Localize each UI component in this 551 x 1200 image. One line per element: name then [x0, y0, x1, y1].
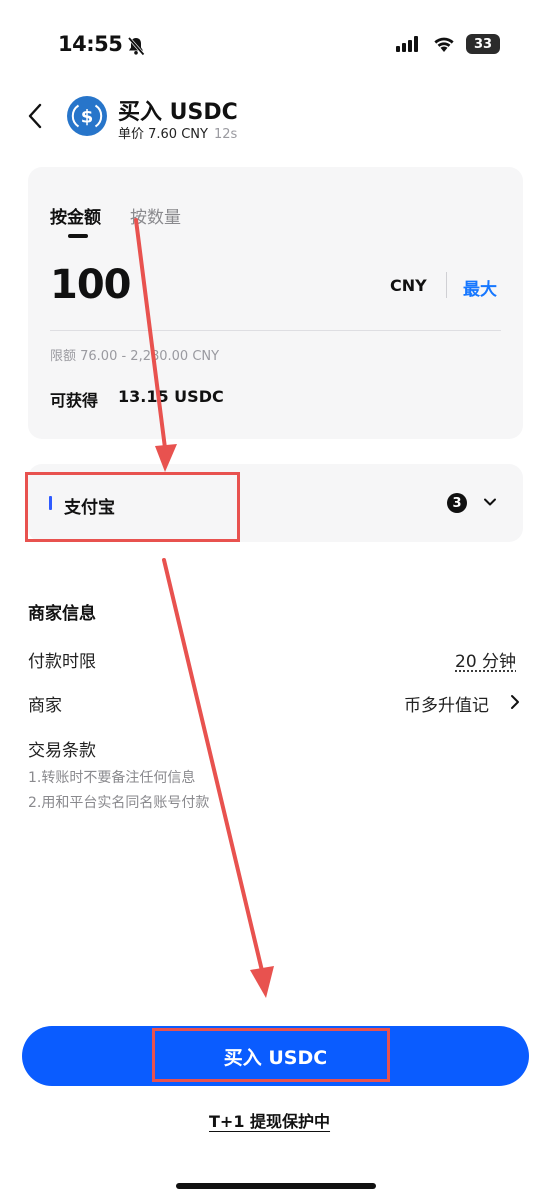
- withdraw-protection-link[interactable]: T+1 提现保护中: [209, 1108, 330, 1132]
- active-tab-indicator: [68, 234, 88, 238]
- annotation-box-buy: [152, 1028, 390, 1082]
- receive-value: 13.15 USDC: [118, 387, 224, 406]
- tab-by-quantity[interactable]: 按数量: [130, 203, 181, 228]
- svg-text:$: $: [81, 107, 94, 128]
- limit-text: 限额 76.00 - 2,280.00 CNY: [50, 349, 220, 364]
- unit-price: 单价 7.60 CNY 12s: [118, 123, 237, 142]
- refresh-countdown: 12s: [213, 127, 238, 142]
- annotation-box-payment: [25, 472, 240, 542]
- term-item: 2.用和平台实名同名账号付款: [28, 795, 210, 811]
- term-item: 1.转账时不要备注任何信息: [28, 770, 196, 786]
- terms-label: 交易条款: [28, 741, 96, 761]
- wifi-icon: [434, 37, 454, 52]
- home-indicator: [176, 1183, 376, 1189]
- back-arrow-icon[interactable]: [26, 102, 46, 130]
- signal-icon: [396, 36, 418, 52]
- deadline-value[interactable]: 20 分钟: [455, 647, 516, 672]
- amount-input[interactable]: 100: [50, 262, 131, 308]
- status-time: 14:55: [58, 32, 123, 56]
- usdc-coin-icon: $: [67, 96, 107, 136]
- max-button[interactable]: 最大: [463, 275, 497, 300]
- merchant-label: 商家: [28, 696, 62, 716]
- bell-muted-icon: [127, 36, 145, 56]
- chevron-right-icon[interactable]: [509, 692, 521, 712]
- receive-label: 可获得: [50, 391, 99, 410]
- merchant-info-title: 商家信息: [28, 604, 96, 624]
- battery-indicator: 33: [466, 34, 500, 54]
- currency-label: CNY: [390, 276, 427, 295]
- deadline-label: 付款时限: [28, 652, 96, 672]
- divider: [446, 272, 447, 298]
- page-title: 买入 USDC: [118, 100, 238, 125]
- tab-by-amount[interactable]: 按金额: [50, 203, 101, 228]
- merchant-name-link[interactable]: 币多升值记: [404, 691, 489, 716]
- chevron-down-icon[interactable]: [482, 494, 498, 510]
- unit-price-text: 单价 7.60 CNY: [118, 127, 208, 142]
- divider: [50, 330, 501, 331]
- payment-method-count-badge: 3: [447, 493, 467, 513]
